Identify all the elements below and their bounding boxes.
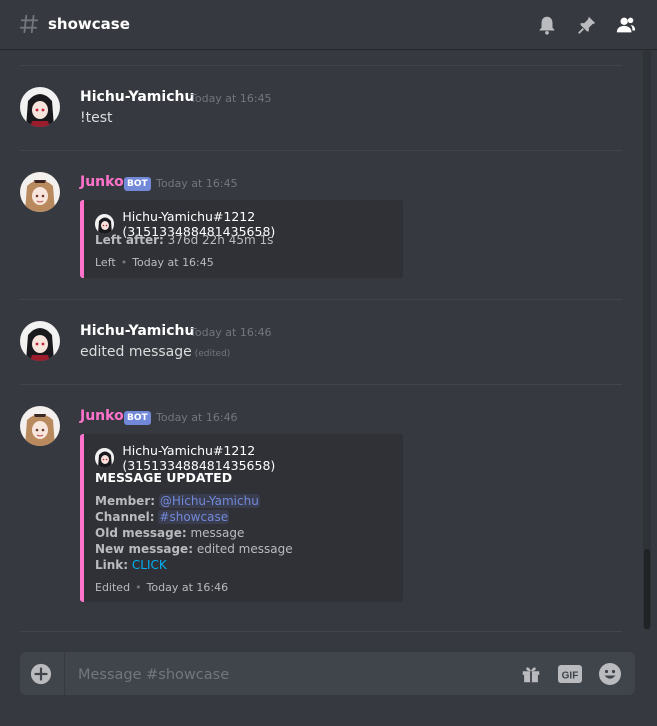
message-text: edited message bbox=[80, 344, 192, 360]
embed-field-old-message: Old message: message bbox=[95, 526, 244, 540]
field-label: New message: bbox=[95, 542, 193, 556]
gift-icon[interactable] bbox=[520, 663, 542, 685]
username[interactable]: Junko bbox=[80, 174, 124, 190]
username[interactable]: Junko bbox=[80, 408, 124, 424]
avatar[interactable] bbox=[20, 406, 60, 446]
user-mention[interactable]: @Hichu-Yamichu bbox=[158, 494, 260, 508]
footer-dot: • bbox=[135, 581, 142, 594]
embed-author-avatar bbox=[95, 448, 115, 468]
divider bbox=[20, 631, 622, 632]
channel-title: showcase bbox=[48, 15, 130, 33]
divider bbox=[20, 299, 622, 300]
field-label: Old message: bbox=[95, 526, 187, 540]
field-label: Channel: bbox=[95, 510, 155, 524]
timestamp: Today at 16:46 bbox=[190, 326, 272, 339]
gif-label: GIF bbox=[562, 671, 579, 682]
message-list[interactable]: Hichu-Yamichu Today at 16:45 !test Junko… bbox=[0, 49, 657, 637]
divider bbox=[20, 384, 622, 385]
embed-field-link: Link: CLICK bbox=[95, 558, 167, 572]
gif-icon[interactable]: GIF bbox=[558, 663, 582, 685]
channel-header: showcase bbox=[0, 0, 657, 49]
scrollbar-track[interactable] bbox=[643, 50, 651, 630]
field-label: Link: bbox=[95, 558, 129, 572]
bot-badge: BOT bbox=[124, 177, 151, 191]
embed-footer: Left • Today at 16:45 bbox=[95, 256, 214, 269]
members-icon[interactable] bbox=[615, 14, 637, 36]
field-label: Left after: bbox=[95, 233, 164, 247]
username[interactable]: Hichu-Yamichu bbox=[80, 323, 194, 339]
timestamp: Today at 16:45 bbox=[190, 92, 272, 105]
avatar[interactable] bbox=[20, 172, 60, 212]
message-content: !test bbox=[80, 110, 113, 126]
field-value: message bbox=[190, 526, 245, 540]
embed: Hichu-Yamichu#1212 (315133488481435658) … bbox=[80, 200, 403, 278]
timestamp: Today at 16:45 bbox=[156, 177, 238, 190]
composer-separator bbox=[64, 652, 65, 695]
username[interactable]: Hichu-Yamichu bbox=[80, 89, 194, 105]
embed-field-member: Member: @Hichu-Yamichu bbox=[95, 494, 260, 508]
message-input[interactable] bbox=[76, 652, 500, 697]
message-item[interactable]: Junko BOT Today at 16:45 Hichu-Yamichu#1… bbox=[0, 172, 640, 298]
message-content: edited message (edited) bbox=[80, 344, 230, 360]
message-item[interactable]: Hichu-Yamichu Today at 16:46 edited mess… bbox=[0, 321, 640, 381]
timestamp: Today at 16:46 bbox=[156, 411, 238, 424]
embed-field-left-after: Left after: 376d 22h 45m 1s bbox=[95, 233, 273, 247]
emoji-icon[interactable] bbox=[598, 662, 622, 686]
embed-field-new-message: New message: edited message bbox=[95, 542, 293, 556]
avatar[interactable] bbox=[20, 87, 60, 127]
message-item[interactable]: Hichu-Yamichu Today at 16:45 !test bbox=[0, 87, 640, 147]
scrollbar-thumb[interactable] bbox=[644, 549, 650, 629]
pin-icon[interactable] bbox=[576, 14, 598, 36]
bot-badge: BOT bbox=[124, 411, 151, 425]
footer-dot: • bbox=[120, 256, 128, 269]
embed-author-name: Hichu-Yamichu#1212 (315133488481435658) bbox=[122, 443, 276, 473]
embed-field-channel: Channel: #showcase bbox=[95, 510, 230, 524]
divider bbox=[20, 150, 622, 151]
footer-text: Left bbox=[95, 256, 116, 269]
add-attachment-icon[interactable] bbox=[30, 663, 52, 685]
field-value: 376d 22h 45m 1s bbox=[167, 233, 274, 247]
bell-icon[interactable] bbox=[536, 14, 558, 36]
footer-time: Today at 16:46 bbox=[146, 581, 229, 594]
footer-text: Edited bbox=[95, 581, 131, 594]
hash-icon bbox=[19, 14, 39, 34]
embed-footer: Edited • Today at 16:46 bbox=[95, 581, 228, 594]
embed: Hichu-Yamichu#1212 (315133488481435658) … bbox=[80, 434, 403, 602]
message-link[interactable]: CLICK bbox=[132, 558, 167, 572]
avatar[interactable] bbox=[20, 321, 60, 361]
message-composer: GIF bbox=[20, 652, 635, 697]
field-value: edited message bbox=[196, 542, 293, 556]
divider bbox=[20, 65, 622, 66]
edited-label: (edited) bbox=[194, 349, 231, 359]
embed-author: Hichu-Yamichu#1212 (315133488481435658) bbox=[95, 443, 403, 473]
field-label: Member: bbox=[95, 494, 156, 508]
message-item[interactable]: Junko BOT Today at 16:46 Hichu-Yamichu#1… bbox=[0, 406, 640, 616]
channel-mention[interactable]: #showcase bbox=[158, 510, 230, 524]
embed-author-avatar bbox=[95, 214, 115, 234]
footer-time: Today at 16:45 bbox=[132, 256, 214, 269]
embed-title: MESSAGE UPDATED bbox=[95, 470, 233, 485]
